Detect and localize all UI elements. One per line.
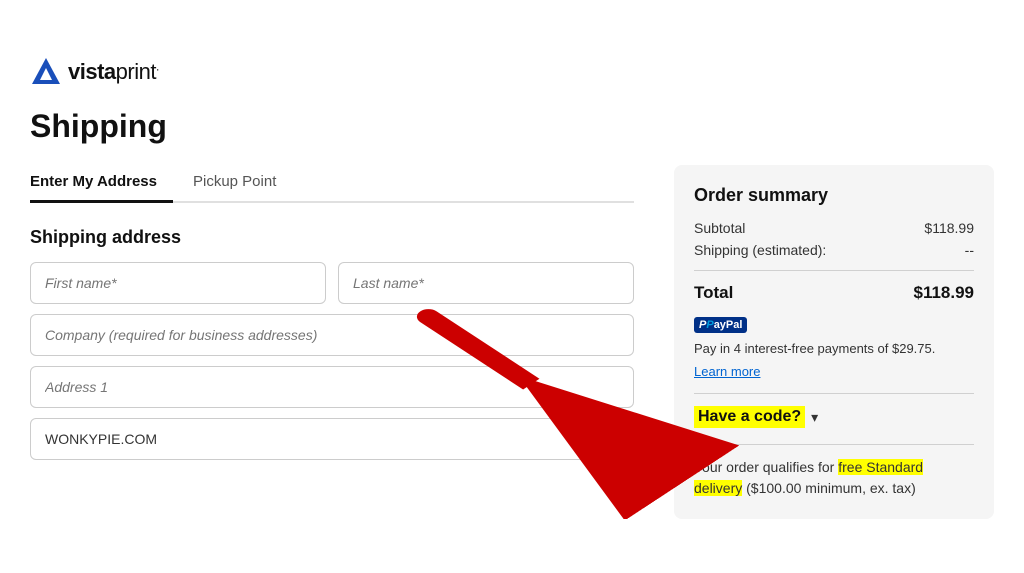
paypal-text: Pay in 4 interest-free payments of $29.7… xyxy=(694,341,935,356)
logo-text: vistaprint. xyxy=(68,59,159,85)
subtotal-row: Subtotal $118.99 xyxy=(694,220,974,236)
order-summary-title: Order summary xyxy=(694,185,974,206)
company-field xyxy=(30,314,634,356)
free-delivery-section: Your order qualifies for free Standard d… xyxy=(694,457,974,499)
shipping-address-heading: Shipping address xyxy=(30,227,634,248)
address1-row xyxy=(30,366,634,408)
left-column: Enter My Address Pickup Point Shipping a… xyxy=(30,165,634,470)
name-row xyxy=(30,262,634,304)
free-delivery-before: Your order qualifies for xyxy=(694,459,838,475)
first-name-field xyxy=(30,262,326,304)
vistaprint-logo: vistaprint. xyxy=(30,56,159,88)
shipping-tabs: Enter My Address Pickup Point xyxy=(30,165,634,203)
summary-divider-2 xyxy=(694,393,974,394)
subtotal-value: $118.99 xyxy=(924,220,974,236)
shipping-row: Shipping (estimated): -- xyxy=(694,242,974,258)
learn-more-link[interactable]: Learn more xyxy=(694,364,760,379)
chevron-down-icon: ▾ xyxy=(811,409,818,426)
paypal-logo: PPayPal xyxy=(694,317,747,333)
logo-icon xyxy=(30,56,62,88)
paypal-learn-more-row: Learn more xyxy=(694,364,974,379)
last-name-field xyxy=(338,262,634,304)
address1-input[interactable] xyxy=(30,366,634,408)
address2-row xyxy=(30,418,634,460)
page-title: Shipping xyxy=(30,108,994,145)
company-input[interactable] xyxy=(30,314,634,356)
company-row xyxy=(30,314,634,356)
main-content: Enter My Address Pickup Point Shipping a… xyxy=(30,165,994,519)
shipping-label: Shipping (estimated): xyxy=(694,242,826,258)
free-delivery-after: ($100.00 minimum, ex. tax) xyxy=(742,480,916,496)
tab-enter-address[interactable]: Enter My Address xyxy=(30,165,173,203)
have-code-label: Have a code? xyxy=(694,406,805,428)
address1-field xyxy=(30,366,634,408)
total-row: Total $118.99 xyxy=(694,283,974,303)
have-code-section: Have a code? ▾ xyxy=(694,406,974,428)
first-name-input[interactable] xyxy=(30,262,326,304)
logo-header: vistaprint. xyxy=(30,56,994,88)
summary-divider-3 xyxy=(694,444,974,445)
address2-input[interactable] xyxy=(30,418,634,460)
paypal-logo-icon: PPayPal xyxy=(694,317,747,333)
last-name-input[interactable] xyxy=(338,262,634,304)
subtotal-label: Subtotal xyxy=(694,220,745,236)
total-label: Total xyxy=(694,283,733,303)
paypal-section: PPayPal Pay in 4 interest-free payments … xyxy=(694,317,974,379)
summary-divider xyxy=(694,270,974,271)
have-code-button[interactable]: Have a code? ▾ xyxy=(694,406,818,428)
tab-pickup-point[interactable]: Pickup Point xyxy=(193,165,292,203)
right-column: Order summary Subtotal $118.99 Shipping … xyxy=(674,165,994,519)
total-value: $118.99 xyxy=(913,283,974,303)
order-summary-box: Order summary Subtotal $118.99 Shipping … xyxy=(674,165,994,519)
address2-field xyxy=(30,418,634,460)
shipping-value: -- xyxy=(965,242,974,258)
